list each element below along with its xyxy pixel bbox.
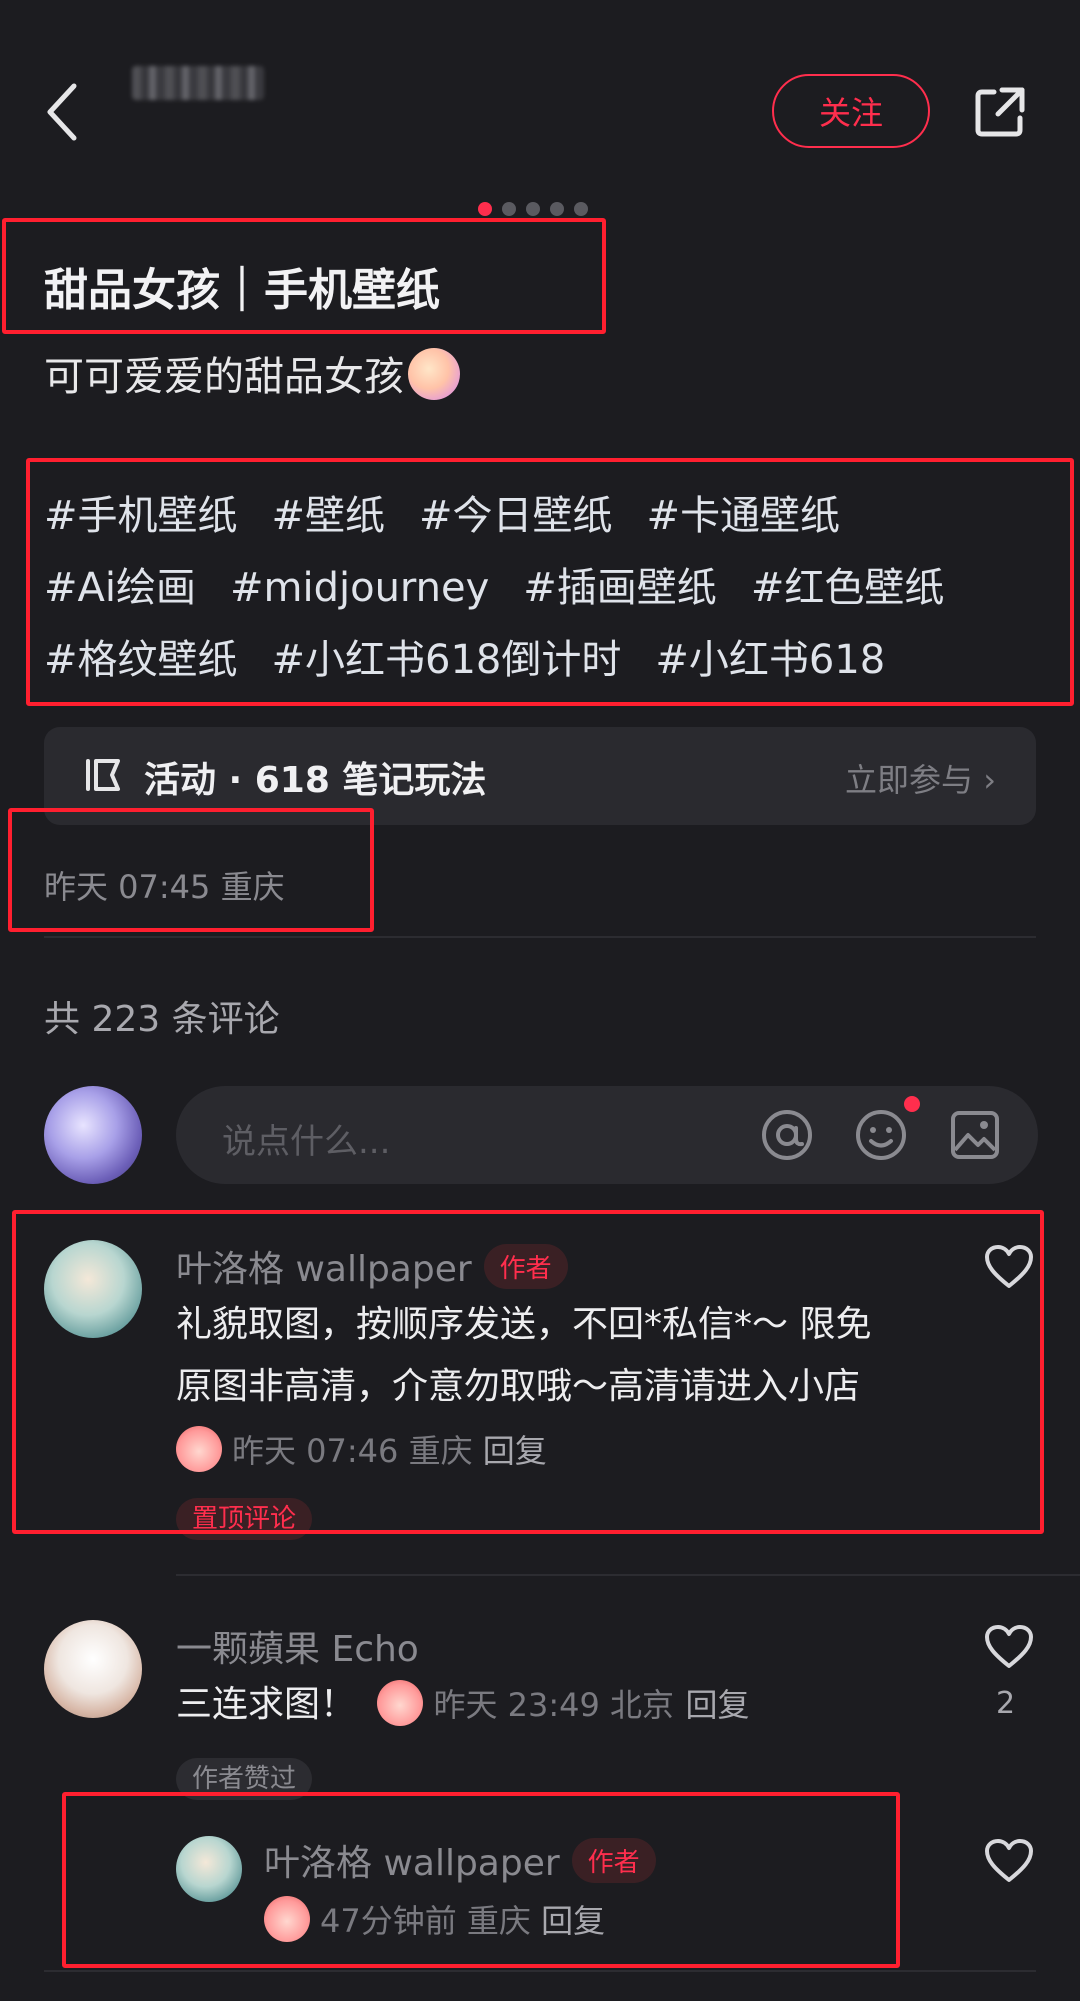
my-avatar[interactable]	[44, 1086, 142, 1184]
comment-author[interactable]: 一颗蘋果 Echo	[176, 1629, 419, 1670]
author-name-blurred[interactable]	[132, 66, 264, 100]
comment-input[interactable]: 说点什么...	[176, 1086, 1038, 1184]
post-subtitle: 可可爱爱的甜品女孩	[44, 344, 460, 402]
carousel-dot	[574, 202, 588, 216]
divider	[44, 1970, 1036, 1972]
comment-text-row: 三连求图！ 昨天 23:49 北京 回复	[176, 1674, 750, 1736]
author-liked-tag: 作者赞过	[176, 1758, 313, 1800]
carousel-dot	[478, 202, 492, 216]
highlight-box-time	[8, 808, 374, 932]
highlight-box-tags	[26, 458, 1074, 706]
follow-button[interactable]: 关注	[772, 74, 930, 148]
reply-button[interactable]: 回复	[686, 1686, 750, 1724]
notification-dot	[904, 1096, 920, 1112]
comment-time: 昨天 23:49 北京	[433, 1686, 675, 1724]
post-subtitle-text: 可可爱爱的甜品女孩	[44, 354, 404, 400]
highlight-box-author-reply	[62, 1792, 900, 1968]
back-icon[interactable]	[44, 82, 84, 142]
comment-author-row: 一颗蘋果 Echo	[176, 1620, 419, 1672]
highlight-box-pinned-comment	[12, 1210, 1044, 1534]
activity-label: 活动 · 618 笔记玩法	[144, 760, 487, 801]
highlight-box-title	[2, 218, 606, 334]
divider	[44, 936, 1036, 938]
like-count: 2	[996, 1686, 1016, 1721]
sticker-emoji-icon	[377, 1680, 424, 1726]
comment-input-placeholder: 说点什么...	[222, 1122, 391, 1162]
image-icon[interactable]	[948, 1108, 1002, 1162]
carousel-dot	[502, 202, 516, 216]
flag-icon	[86, 759, 120, 791]
comment-count: 共 223 条评论	[44, 999, 280, 1040]
carousel-dot	[550, 202, 564, 216]
divider	[176, 1574, 1080, 1576]
chevron-right-icon: ›	[983, 761, 996, 799]
emoji-icon[interactable]	[854, 1108, 908, 1162]
join-now-link[interactable]: 立即参与 ›	[845, 755, 996, 801]
join-now-label: 立即参与	[845, 761, 974, 799]
comment-avatar[interactable]	[44, 1620, 142, 1718]
like-icon[interactable]	[984, 1838, 1034, 1884]
carousel-indicator	[478, 202, 588, 216]
sparkle-planet-emoji-icon	[408, 348, 460, 400]
carousel-dot	[526, 202, 540, 216]
like-icon[interactable]	[984, 1624, 1034, 1670]
comment-text: 三连求图！	[176, 1684, 357, 1725]
mention-icon[interactable]	[760, 1108, 814, 1162]
share-icon[interactable]	[972, 84, 1028, 140]
